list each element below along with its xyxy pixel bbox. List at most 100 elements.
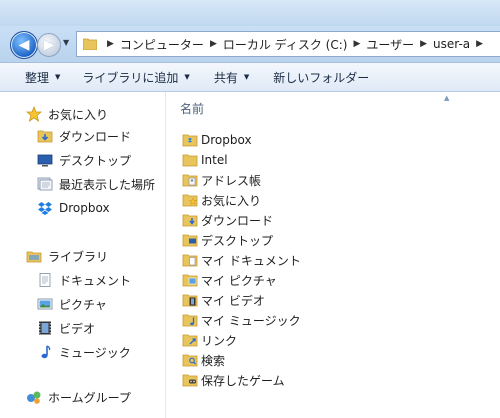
new-folder-button[interactable]: 新しいフォルダー [273, 63, 369, 91]
videos-icon [37, 320, 53, 336]
nav-item-dropbox[interactable]: Dropbox [37, 198, 110, 218]
breadcrumb-separator-icon[interactable]: ▶ [210, 39, 217, 49]
list-item[interactable]: リンク [182, 330, 237, 350]
nav-homegroup-label: ホームグループ [48, 390, 131, 405]
breadcrumb-local-disk[interactable]: ローカル ディスク (C:) [223, 36, 348, 53]
file-name: マイ ドキュメント [201, 253, 301, 268]
file-name: リンク [201, 333, 238, 348]
dropbox-folder-icon [182, 133, 198, 147]
navigation-pane: お気に入り ダウンロード デスクトップ 最近表示した場所 Dropbox ライブ… [0, 92, 165, 418]
file-name: デスクトップ [201, 233, 274, 248]
file-list: 名前 ▲ Dropbox Intel アドレス帳 お気に入り ダウンロード デス… [166, 92, 500, 418]
sort-ascending-icon: ▲ [444, 94, 450, 102]
downloads-folder-icon [182, 213, 198, 227]
breadcrumb-separator-icon[interactable]: ▶ [476, 39, 483, 49]
nav-libraries-label: ライブラリ [48, 249, 109, 264]
breadcrumb-separator-icon[interactable]: ▶ [420, 39, 427, 49]
links-folder-icon [182, 333, 198, 347]
list-item[interactable]: マイ ビデオ [182, 290, 265, 310]
file-name: マイ ミュージック [201, 313, 301, 328]
list-item[interactable]: 保存したゲーム [182, 370, 285, 390]
list-item[interactable]: ダウンロード [182, 210, 273, 230]
contacts-folder-icon [182, 173, 198, 187]
libraries-icon [26, 248, 42, 264]
nav-item-label: デスクトップ [59, 153, 132, 168]
list-item[interactable]: マイ ピクチャ [182, 270, 277, 290]
include-in-library-label: ライブラリに追加 [82, 70, 179, 85]
recent-places-icon [37, 176, 53, 192]
nav-item-desktop[interactable]: デスクトップ [37, 150, 131, 170]
file-name: Intel [201, 153, 228, 167]
include-in-library-button[interactable]: ライブラリに追加 ▼ [82, 63, 189, 91]
back-button[interactable]: ◀ [10, 31, 38, 59]
address-bar[interactable]: ▶ コンピューター ▶ ローカル ディスク (C:) ▶ ユーザー ▶ user… [76, 31, 500, 57]
desktop-folder-icon [182, 233, 198, 247]
videos-folder-icon [182, 293, 198, 307]
file-name: マイ ビデオ [201, 293, 265, 308]
breadcrumb-separator-icon[interactable]: ▶ [353, 39, 360, 49]
music-note-icon [37, 344, 53, 360]
pictures-icon [37, 296, 53, 312]
list-item[interactable]: Intel [182, 150, 228, 170]
list-item[interactable]: お気に入り [182, 190, 261, 210]
column-header-name[interactable]: 名前 [180, 100, 204, 117]
nav-item-label: ドキュメント [59, 273, 132, 288]
list-item[interactable]: マイ ミュージック [182, 310, 301, 330]
searches-folder-icon [182, 353, 198, 367]
file-name: Dropbox [201, 133, 252, 147]
list-item[interactable]: Dropbox [182, 130, 252, 150]
nav-item-label: Dropbox [59, 201, 110, 215]
folder-icon [83, 38, 97, 50]
nav-item-videos[interactable]: ビデオ [37, 318, 95, 338]
list-item[interactable]: アドレス帳 [182, 170, 261, 190]
nav-item-label: ピクチャ [59, 297, 107, 312]
file-name: 検索 [201, 353, 226, 368]
recent-pages-dropdown-icon[interactable]: ▼ [63, 38, 69, 47]
window-title-bar [0, 0, 500, 26]
share-button[interactable]: 共有 ▼ [214, 63, 249, 91]
nav-item-label: ビデオ [59, 321, 96, 336]
favorites-folder-icon [182, 193, 198, 207]
organize-button[interactable]: 整理 ▼ [25, 63, 60, 91]
file-name: アドレス帳 [201, 173, 262, 188]
command-bar: 整理 ▼ ライブラリに追加 ▼ 共有 ▼ 新しいフォルダー [0, 63, 500, 92]
homegroup-icon [26, 389, 42, 405]
forward-arrow-icon: ▶ [43, 37, 55, 53]
chevron-down-icon: ▼ [184, 73, 190, 81]
chevron-down-icon: ▼ [243, 73, 250, 81]
nav-item-pictures[interactable]: ピクチャ [37, 294, 107, 314]
desktop-icon [37, 152, 53, 168]
saved-games-folder-icon [182, 373, 198, 387]
breadcrumb-computer[interactable]: コンピューター [120, 36, 204, 53]
documents-icon [37, 272, 53, 288]
folder-icon [182, 153, 198, 167]
nav-item-documents[interactable]: ドキュメント [37, 270, 131, 290]
nav-libraries[interactable]: ライブラリ [26, 246, 108, 266]
pictures-folder-icon [182, 273, 198, 287]
breadcrumb-user-a[interactable]: user-a [433, 37, 470, 51]
music-folder-icon [182, 313, 198, 327]
new-folder-label: 新しいフォルダー [273, 70, 370, 85]
downloads-folder-icon [37, 128, 53, 144]
nav-item-recent-places[interactable]: 最近表示した場所 [37, 174, 155, 194]
nav-homegroup[interactable]: ホームグループ [26, 387, 131, 407]
list-item[interactable]: デスクトップ [182, 230, 273, 250]
star-icon [26, 106, 42, 122]
nav-favorites-label: お気に入り [48, 107, 109, 122]
nav-favorites[interactable]: お気に入り [26, 104, 108, 124]
file-name: 保存したゲーム [201, 373, 285, 388]
file-name: ダウンロード [201, 213, 274, 228]
list-item[interactable]: マイ ドキュメント [182, 250, 301, 270]
nav-item-label: 最近表示した場所 [59, 177, 156, 192]
file-name: お気に入り [201, 193, 262, 208]
forward-button[interactable]: ▶ [37, 33, 61, 57]
back-arrow-icon: ◀ [18, 37, 30, 53]
organize-label: 整理 [25, 70, 50, 85]
file-name: マイ ピクチャ [201, 273, 277, 288]
breadcrumb-separator-icon[interactable]: ▶ [107, 39, 114, 49]
share-label: 共有 [213, 70, 238, 85]
list-item[interactable]: 検索 [182, 350, 225, 370]
breadcrumb-users[interactable]: ユーザー [366, 36, 414, 53]
nav-item-downloads[interactable]: ダウンロード [37, 126, 131, 146]
nav-item-music[interactable]: ミュージック [37, 342, 131, 362]
